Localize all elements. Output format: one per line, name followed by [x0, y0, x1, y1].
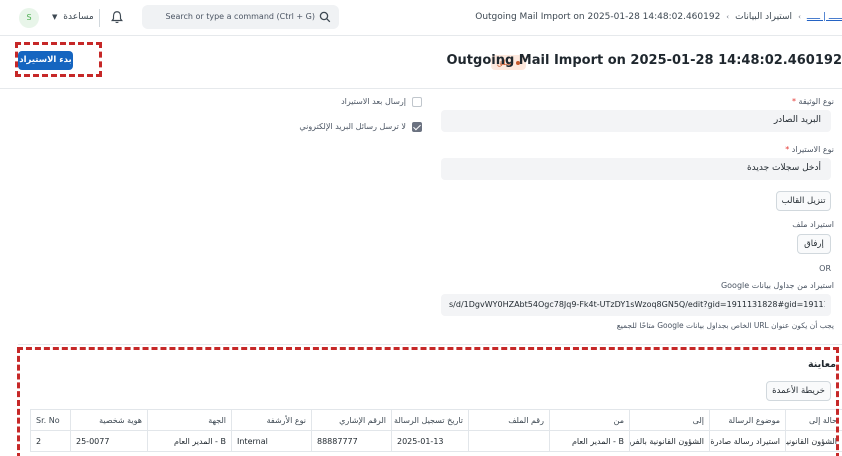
- google-sheets-url-value: s/d/1DgvWY0HZAbt54Ogc78Jq9-Fk4t-UTzDY1sW…: [449, 300, 825, 309]
- column-header[interactable]: من: [549, 409, 630, 431]
- page-head: بدء الاستيراد معلق Outgoing Mail Import …: [0, 36, 842, 88]
- doctype-field[interactable]: البريد الصادر: [441, 110, 831, 132]
- table-cell: 2025-01-13: [391, 430, 469, 452]
- column-header[interactable]: حالة إلى: [785, 409, 842, 431]
- send-after-import-label: إرسال بعد الاستيراد: [341, 97, 406, 106]
- chevron-left-icon: ‹: [798, 13, 801, 21]
- import-form: نوع الوثيقة * البريد الصادر إرسال بعد ال…: [0, 88, 842, 456]
- search-icon: [319, 11, 331, 23]
- column-header[interactable]: Sr. No: [30, 409, 71, 431]
- google-sheets-url-input[interactable]: s/d/1DgvWY0HZAbt54Ogc78Jq9-Fk4t-UTzDY1sW…: [441, 294, 831, 316]
- import-file-label: استيراد ملف: [792, 220, 834, 229]
- send-after-import-checkbox[interactable]: [412, 97, 422, 107]
- google-sheets-label: استيراد من جداول بيانات Google: [720, 281, 834, 290]
- import-type-value: أدخل سجلات جديدة: [746, 163, 821, 173]
- start-import-button[interactable]: بدء الاستيراد: [18, 51, 73, 70]
- table-cell: 88887777: [311, 430, 392, 452]
- table-cell: الشؤون القانونية بالفروع: [629, 430, 710, 452]
- table-row: 2 25-0077 B - المدير العام Internal 8888…: [30, 430, 842, 452]
- google-sheets-hint: يجب أن يكون عنوان URL الخاص بجداول بيانا…: [616, 321, 834, 330]
- table-cell: استيراد رسالة صادرة: [709, 430, 786, 452]
- column-header[interactable]: الجهة: [147, 409, 232, 431]
- download-template-button[interactable]: تنزيل القالب: [776, 191, 831, 211]
- import-type-select[interactable]: أدخل سجلات جديدة: [441, 158, 831, 180]
- table-cell: B - المدير العام: [147, 430, 232, 452]
- preview-table: Sr. No هوية شخصية الجهة نوع الأرشفة الرق…: [30, 409, 842, 452]
- preview-title: معاينة: [807, 359, 836, 370]
- column-header[interactable]: هوية شخصية: [70, 409, 148, 431]
- navbar-divider: [99, 9, 100, 27]
- column-header[interactable]: موضوع الرسالة: [709, 409, 786, 431]
- search-bar[interactable]: Search or type a command (Ctrl + G): [142, 5, 339, 29]
- column-header[interactable]: إلى: [629, 409, 710, 431]
- breadcrumb-document[interactable]: Outgoing Mail Import on 2025-01-28 14:48…: [475, 12, 720, 22]
- column-header[interactable]: تاريخ تسجيل الرسالة: [391, 409, 469, 431]
- doctype-value: البريد الصادر: [773, 115, 821, 125]
- dont-send-emails-label: لا ترسل رسائل البريد الإلكتروني: [299, 122, 406, 131]
- table-header-row: Sr. No هوية شخصية الجهة نوع الأرشفة الرق…: [30, 409, 842, 431]
- column-header[interactable]: نوع الأرشفة: [231, 409, 312, 431]
- table-cell: 25-0077: [70, 430, 148, 452]
- table-cell: B - المدير العام: [549, 430, 630, 452]
- import-type-label: نوع الاستيراد *: [785, 145, 834, 154]
- section-divider: [18, 344, 842, 345]
- dont-send-emails-checkbox[interactable]: [412, 122, 422, 132]
- column-header[interactable]: رقم الملف: [468, 409, 550, 431]
- column-map-button[interactable]: خريطة الأعمدة: [766, 381, 831, 401]
- help-dropdown[interactable]: ▼ مساعدة: [52, 12, 94, 22]
- doctype-label: نوع الوثيقة *: [792, 97, 834, 106]
- user-avatar[interactable]: S: [19, 8, 39, 28]
- column-header[interactable]: الرقم الإشاري: [311, 409, 392, 431]
- table-cell: Internal: [231, 430, 312, 452]
- table-cell: الشؤون القانونية بالفروع: [785, 430, 842, 452]
- search-placeholder: Search or type a command (Ctrl + G): [165, 12, 315, 21]
- breadcrumb-root[interactable]: ـــــ | ـــــ: [807, 12, 842, 22]
- top-navbar: S ▼ مساعدة Search or type a command (Ctr…: [0, 0, 842, 36]
- table-cell: 2: [30, 430, 71, 452]
- chevron-down-icon: ▼: [52, 13, 58, 21]
- breadcrumb-data-import[interactable]: استيراد البيانات: [735, 12, 792, 22]
- chevron-left-icon: ‹: [726, 13, 730, 21]
- attach-button[interactable]: إرفاق: [797, 234, 831, 254]
- page-title: Outgoing Mail Import on 2025-01-28 14:48…: [446, 53, 842, 68]
- bell-icon[interactable]: [110, 10, 124, 24]
- breadcrumb: Outgoing Mail Import on 2025-01-28 14:48…: [475, 12, 842, 22]
- or-label: OR: [819, 264, 831, 273]
- table-cell: [468, 430, 550, 452]
- help-label: مساعدة: [63, 12, 94, 22]
